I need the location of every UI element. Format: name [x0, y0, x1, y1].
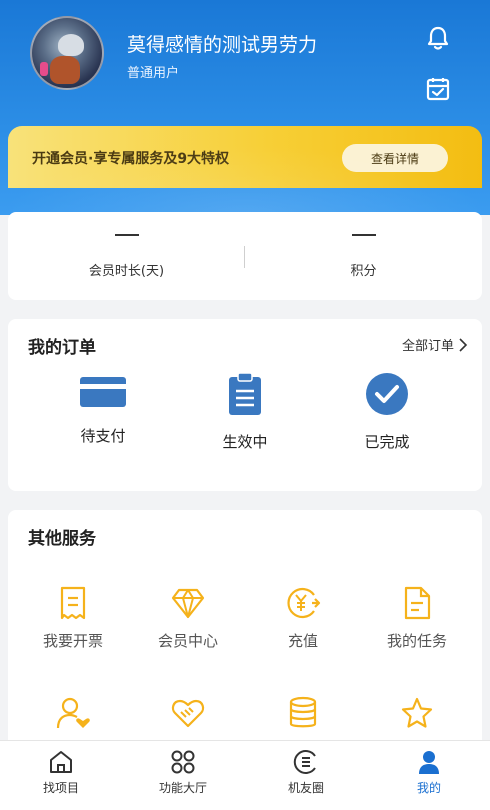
- order-completed[interactable]: 已完成: [332, 371, 442, 452]
- view-details-button[interactable]: 查看详情: [342, 144, 448, 172]
- database-icon: [289, 696, 317, 728]
- my-orders-card: 我的订单 全部订单 待支付 生效中 已完成: [8, 319, 482, 491]
- handshake-icon: [171, 699, 205, 728]
- username: 莫得感情的测试男劳力: [127, 34, 318, 56]
- clipboard-icon: [229, 372, 261, 415]
- service-cooperation[interactable]: [133, 696, 243, 740]
- service-favorites[interactable]: [362, 696, 472, 740]
- chevron-right-icon: [459, 337, 468, 352]
- service-invoice[interactable]: 我要开票: [18, 586, 128, 651]
- receipt-icon: [60, 586, 86, 620]
- order-label: 生效中: [222, 433, 268, 451]
- star-icon: [401, 697, 433, 728]
- checkin-calendar-icon[interactable]: [424, 75, 452, 103]
- tab-community[interactable]: 机友圈: [245, 749, 367, 796]
- service-label: 我要开票: [42, 632, 103, 650]
- tab-label: 功能大厅: [158, 781, 207, 795]
- yuan-icon: [287, 587, 321, 619]
- person-icon: [419, 751, 439, 774]
- all-orders-link[interactable]: 全部订单: [402, 335, 468, 354]
- membership-days-stat[interactable]: 会员时长(天): [8, 212, 245, 300]
- order-pending-payment[interactable]: 待支付: [48, 371, 158, 446]
- tab-label: 我的: [416, 781, 441, 795]
- points-stat[interactable]: 积分: [245, 212, 482, 300]
- service-member-center[interactable]: 会员中心: [133, 586, 243, 651]
- other-services-card: 其他服务 我要开票 会员中心 充值 我的任务: [8, 510, 482, 750]
- grid-icon: [171, 750, 195, 774]
- service-data[interactable]: [248, 696, 358, 740]
- services-title: 其他服务: [28, 529, 96, 549]
- stat-value: [351, 234, 376, 236]
- circle-e-icon: [293, 750, 316, 774]
- user-type: 普通用户: [127, 66, 180, 81]
- bell-icon[interactable]: [424, 24, 452, 52]
- service-user-care[interactable]: [18, 696, 128, 740]
- orders-title: 我的订单: [28, 338, 96, 358]
- order-label: 待支付: [80, 427, 126, 445]
- service-my-tasks[interactable]: 我的任务: [362, 586, 472, 651]
- tab-function-hall[interactable]: 功能大厅: [122, 749, 244, 796]
- service-label: 会员中心: [157, 632, 218, 650]
- card-icon: [80, 377, 126, 407]
- home-icon: [50, 751, 72, 773]
- tab-find-projects[interactable]: 找项目: [0, 749, 122, 796]
- bottom-tab-bar: 找项目 功能大厅 机友圈 我的: [0, 740, 490, 810]
- check-circle-icon: [366, 373, 408, 415]
- stat-label: 会员时长(天): [88, 264, 165, 279]
- avatar[interactable]: [30, 16, 104, 90]
- service-label: 充值: [287, 632, 318, 650]
- tab-mine[interactable]: 我的: [368, 749, 490, 796]
- tab-label: 找项目: [42, 781, 79, 795]
- diamond-icon: [171, 588, 205, 619]
- service-recharge[interactable]: 充值: [248, 586, 358, 651]
- profile-header: 莫得感情的测试男劳力 普通用户 开通会员·享专属服务及9大特权 查看详情: [0, 0, 490, 215]
- service-label: 我的任务: [386, 632, 447, 650]
- user-heart-icon: [56, 697, 90, 729]
- stat-value: [114, 234, 139, 236]
- tab-label: 机友圈: [287, 781, 324, 795]
- stat-label: 积分: [350, 264, 377, 279]
- vip-banner[interactable]: 开通会员·享专属服务及9大特权 查看详情: [8, 126, 482, 188]
- document-icon: [404, 586, 431, 620]
- order-active[interactable]: 生效中: [190, 371, 300, 452]
- order-label: 已完成: [364, 433, 410, 451]
- all-orders-label: 全部订单: [401, 339, 454, 354]
- vip-promo-text: 开通会员·享专属服务及9大特权: [32, 151, 230, 167]
- stats-card: 会员时长(天) 积分: [8, 212, 482, 300]
